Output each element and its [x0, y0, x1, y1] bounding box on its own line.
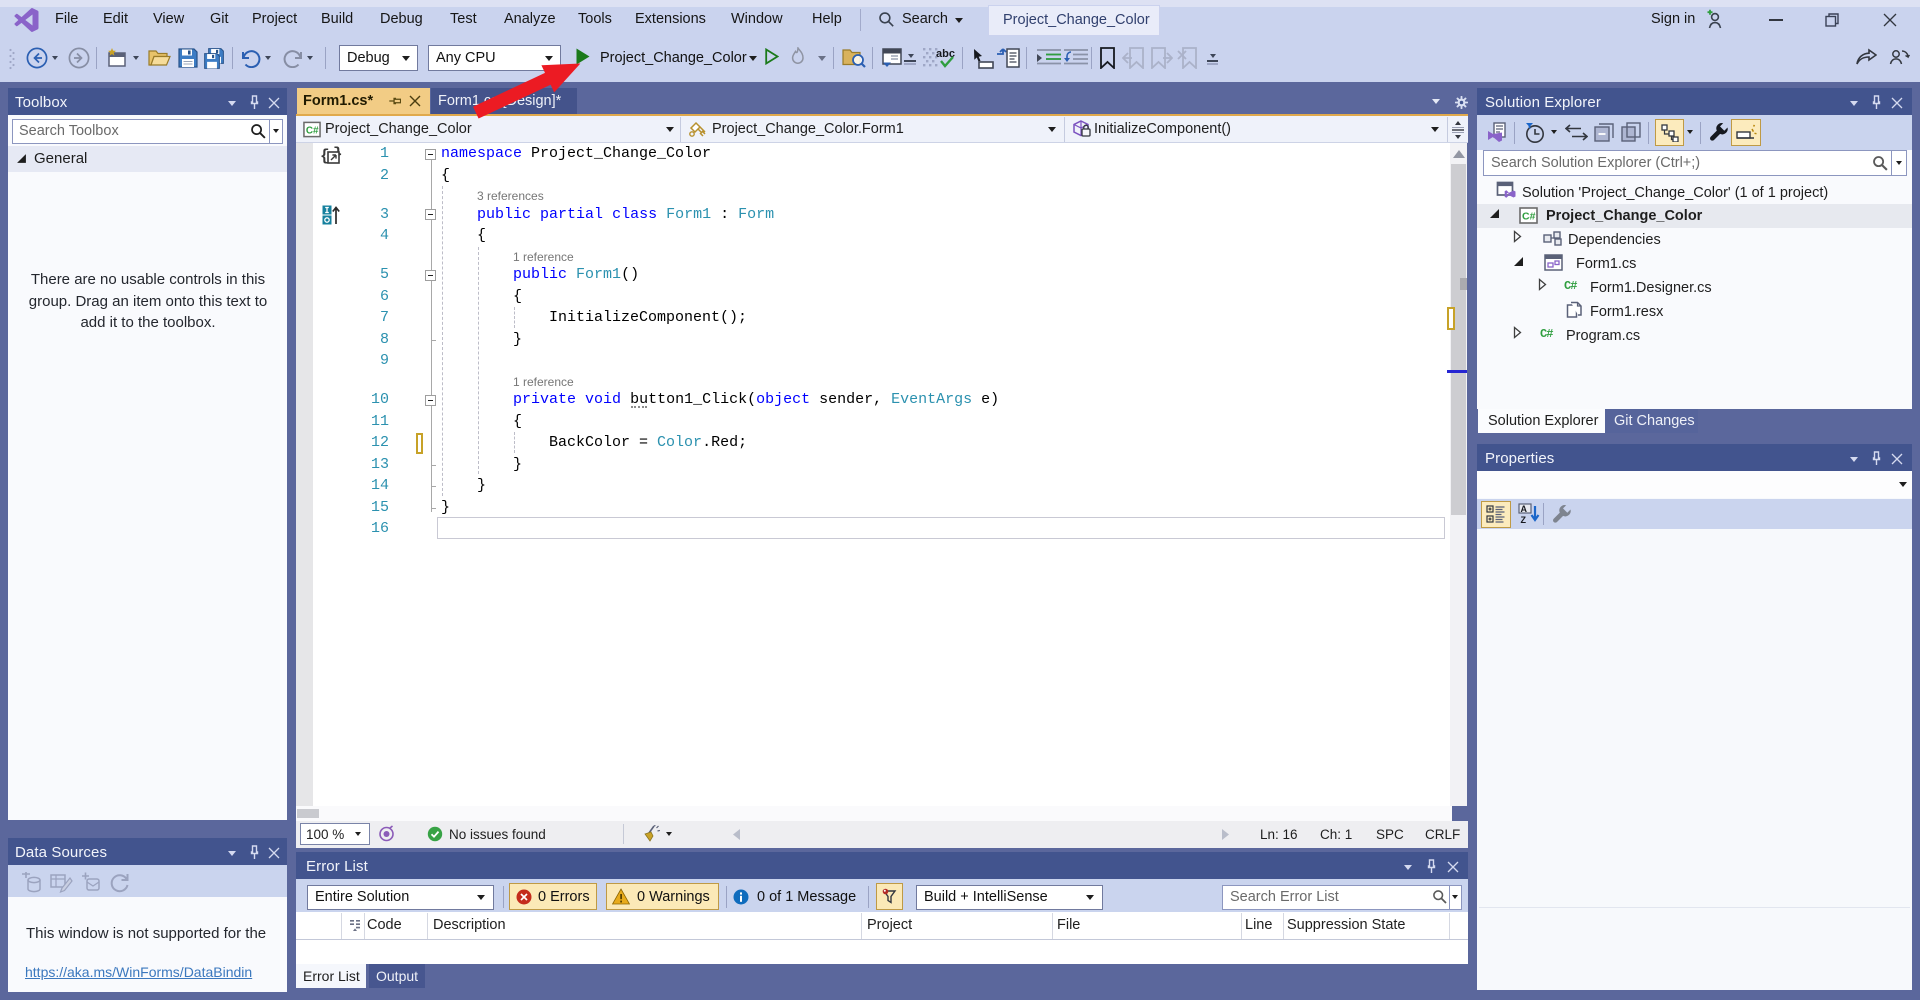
- svg-text:C#: C#: [1522, 211, 1536, 223]
- svg-text:Z: Z: [1521, 515, 1527, 525]
- svg-text:C#: C#: [306, 125, 319, 136]
- svg-text:A: A: [1521, 504, 1528, 514]
